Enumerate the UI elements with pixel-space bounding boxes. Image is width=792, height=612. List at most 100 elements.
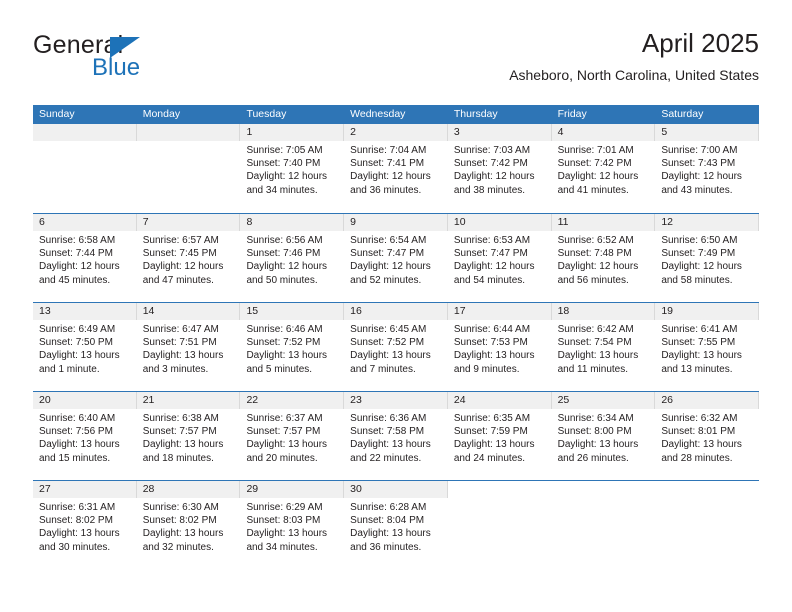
calendar-empty-cell — [447, 481, 552, 569]
sun-info-line: Sunset: 7:58 PM — [350, 426, 425, 438]
sun-info-line: Daylight: 12 hours — [557, 261, 639, 273]
sun-info-line: Sunrise: 6:29 AM — [246, 502, 323, 513]
day-number: 2 — [344, 124, 448, 141]
day-number: 19 — [655, 303, 760, 320]
sun-info-line: and 13 minutes. — [661, 363, 733, 375]
sun-info-line: and 30 minutes. — [39, 541, 111, 553]
calendar-day-cell[interactable]: 14 Sunrise: 6:47 AM Sunset: 7:51 PM Dayligh… — [136, 303, 241, 391]
day-number — [136, 124, 241, 141]
day-sun-info: Sunrise: 6:58 AM Sunset: 7:44 PM Daylight:… — [33, 231, 137, 287]
sun-info-line: Sunset: 7:45 PM — [142, 248, 217, 260]
calendar-day-cell[interactable]: 15 Sunrise: 6:46 AM Sunset: 7:52 PM Dayligh… — [240, 303, 345, 391]
sun-info-line: Sunrise: 7:00 AM — [661, 145, 738, 156]
day-number: 29 — [240, 481, 345, 498]
calendar-day-cell[interactable]: 29 Sunrise: 6:29 AM Sunset: 8:03 PM Dayligh… — [240, 481, 345, 569]
calendar-day-cell[interactable]: 2 Sunrise: 7:04 AM Sunset: 7:41 PM Daylight… — [344, 124, 448, 213]
calendar-empty-cell — [551, 481, 656, 569]
weekday-header-thursday: Thursday — [453, 108, 498, 120]
sun-info-line: Sunrise: 6:56 AM — [246, 235, 323, 246]
calendar-day-cell[interactable]: 20 Sunrise: 6:40 AM Sunset: 7:56 PM Dayligh… — [33, 392, 137, 480]
weekday-header-monday: Monday — [142, 108, 181, 120]
sun-info-line: Sunrise: 6:30 AM — [142, 502, 219, 513]
sun-info-line: and 22 minutes. — [350, 452, 422, 464]
day-number: 16 — [344, 303, 448, 320]
calendar-day-cell[interactable]: 17 Sunrise: 6:44 AM Sunset: 7:53 PM Dayligh… — [447, 303, 552, 391]
sun-info-line: Daylight: 13 hours — [246, 528, 328, 540]
calendar-empty-cell — [655, 481, 760, 569]
calendar-day-cell[interactable]: 8 Sunrise: 6:56 AM Sunset: 7:46 PM Daylight… — [240, 214, 345, 302]
sun-info-line: and 9 minutes. — [453, 363, 520, 375]
calendar-empty-cell — [33, 124, 137, 213]
day-sun-info — [448, 498, 552, 501]
day-sun-info: Sunrise: 6:47 AM Sunset: 7:51 PM Daylight:… — [137, 320, 241, 376]
day-number: 7 — [136, 214, 241, 231]
calendar-day-cell[interactable]: 24 Sunrise: 6:35 AM Sunset: 7:59 PM Dayligh… — [447, 392, 552, 480]
calendar-day-cell[interactable]: 5 Sunrise: 7:00 AM Sunset: 7:43 PM Daylight… — [655, 124, 760, 213]
sun-info-line: Sunrise: 7:01 AM — [557, 145, 634, 156]
day-sun-info: Sunrise: 6:41 AM Sunset: 7:55 PM Daylight:… — [655, 320, 759, 376]
sun-info-line: Daylight: 13 hours — [39, 350, 120, 362]
weekday-header-saturday: Saturday — [661, 108, 704, 120]
sun-info-line: Daylight: 13 hours — [661, 350, 742, 362]
calendar-day-cell[interactable]: 27 Sunrise: 6:31 AM Sunset: 8:02 PM Dayligh… — [33, 481, 137, 569]
day-sun-info: Sunrise: 6:30 AM Sunset: 8:02 PM Daylight:… — [137, 498, 241, 554]
calendar-day-cell[interactable]: 22 Sunrise: 6:37 AM Sunset: 7:57 PM Dayligh… — [240, 392, 345, 480]
calendar-day-cell[interactable]: 18 Sunrise: 6:42 AM Sunset: 7:54 PM Dayligh… — [551, 303, 656, 391]
sun-info-line: and 1 minute. — [39, 363, 100, 375]
day-sun-info: Sunrise: 7:04 AM Sunset: 7:41 PM Daylight:… — [344, 141, 448, 197]
sun-info-line: Sunrise: 6:35 AM — [453, 413, 531, 424]
sun-info-line: Sunset: 8:02 PM — [142, 515, 217, 527]
day-sun-info: Sunrise: 6:37 AM Sunset: 7:57 PM Daylight:… — [240, 409, 344, 465]
sun-info-line: and 58 minutes. — [661, 274, 733, 286]
sun-info-line: and 43 minutes. — [661, 184, 733, 196]
sun-info-line: and 24 minutes. — [453, 452, 526, 464]
calendar-day-cell[interactable]: 19 Sunrise: 6:41 AM Sunset: 7:55 PM Dayligh… — [655, 303, 760, 391]
day-sun-info: Sunrise: 7:03 AM Sunset: 7:42 PM Daylight:… — [448, 141, 552, 197]
day-number: 21 — [136, 392, 241, 409]
calendar-day-cell[interactable]: 7 Sunrise: 6:57 AM Sunset: 7:45 PM Daylight… — [136, 214, 241, 302]
day-sun-info: Sunrise: 6:36 AM Sunset: 7:58 PM Daylight:… — [344, 409, 448, 465]
day-number: 12 — [655, 214, 760, 231]
calendar-day-cell[interactable]: 26 Sunrise: 6:32 AM Sunset: 8:01 PM Dayligh… — [655, 392, 760, 480]
calendar-day-cell[interactable]: 11 Sunrise: 6:52 AM Sunset: 7:48 PM Dayligh… — [551, 214, 656, 302]
sun-info-line: and 18 minutes. — [142, 452, 214, 464]
sun-info-line: Sunrise: 6:40 AM — [39, 413, 116, 424]
title-block: April 2025 Asheboro, North Carolina, Uni… — [509, 26, 759, 84]
sun-info-line: Sunset: 8:01 PM — [661, 426, 736, 438]
day-sun-info: Sunrise: 6:50 AM Sunset: 7:49 PM Daylight:… — [655, 231, 759, 287]
calendar-day-cell[interactable]: 3 Sunrise: 7:03 AM Sunset: 7:42 PM Daylight… — [447, 124, 552, 213]
calendar-day-cell[interactable]: 23 Sunrise: 6:36 AM Sunset: 7:58 PM Dayligh… — [344, 392, 448, 480]
calendar-day-cell[interactable]: 12 Sunrise: 6:50 AM Sunset: 7:49 PM Dayligh… — [655, 214, 760, 302]
day-number: 18 — [551, 303, 656, 320]
calendar-day-cell[interactable]: 25 Sunrise: 6:34 AM Sunset: 8:00 PM Dayligh… — [551, 392, 656, 480]
calendar-day-cell[interactable]: 4 Sunrise: 7:01 AM Sunset: 7:42 PM Daylight… — [551, 124, 656, 213]
calendar-day-cell[interactable]: 21 Sunrise: 6:38 AM Sunset: 7:57 PM Dayligh… — [136, 392, 241, 480]
day-sun-info — [552, 498, 656, 501]
calendar-day-cell[interactable]: 9 Sunrise: 6:54 AM Sunset: 7:47 PM Daylight… — [344, 214, 448, 302]
sun-info-line: Sunset: 7:42 PM — [453, 158, 528, 170]
sun-info-line: Sunset: 8:04 PM — [350, 515, 425, 527]
sun-info-line: Sunset: 7:52 PM — [350, 337, 425, 349]
calendar-day-cell[interactable]: 16 Sunrise: 6:45 AM Sunset: 7:52 PM Dayligh… — [344, 303, 448, 391]
calendar-empty-cell — [136, 124, 241, 213]
sun-info-line: Sunrise: 6:54 AM — [350, 235, 427, 246]
calendar-day-cell[interactable]: 13 Sunrise: 6:49 AM Sunset: 7:50 PM Dayligh… — [33, 303, 137, 391]
day-sun-info: Sunrise: 6:44 AM Sunset: 7:53 PM Daylight:… — [448, 320, 552, 376]
sun-info-line: Daylight: 13 hours — [39, 528, 120, 540]
day-sun-info — [655, 498, 759, 501]
logo-text-blue: Blue — [92, 54, 141, 81]
general-blue-logo[interactable]: General Blue — [33, 26, 253, 88]
day-number: 8 — [240, 214, 345, 231]
day-number: 28 — [136, 481, 241, 498]
sun-info-line: Sunrise: 6:52 AM — [557, 235, 634, 246]
sun-info-line: Sunset: 7:50 PM — [39, 337, 113, 349]
sun-info-line: and 52 minutes. — [350, 274, 422, 286]
sun-info-line: Sunrise: 7:05 AM — [246, 145, 323, 156]
sun-info-line: Sunset: 7:52 PM — [246, 337, 321, 349]
calendar-day-cell[interactable]: 1 Sunrise: 7:05 AM Sunset: 7:40 PM Daylight… — [240, 124, 345, 213]
calendar-day-cell[interactable]: 6 Sunrise: 6:58 AM Sunset: 7:44 PM Daylight… — [33, 214, 137, 302]
calendar-day-cell[interactable]: 10 Sunrise: 6:53 AM Sunset: 7:47 PM Dayligh… — [447, 214, 552, 302]
sun-info-line: Daylight: 12 hours — [39, 261, 120, 273]
calendar-day-cell[interactable]: 30 Sunrise: 6:28 AM Sunset: 8:04 PM Dayligh… — [344, 481, 448, 569]
calendar-day-cell[interactable]: 28 Sunrise: 6:30 AM Sunset: 8:02 PM Dayligh… — [136, 481, 241, 569]
